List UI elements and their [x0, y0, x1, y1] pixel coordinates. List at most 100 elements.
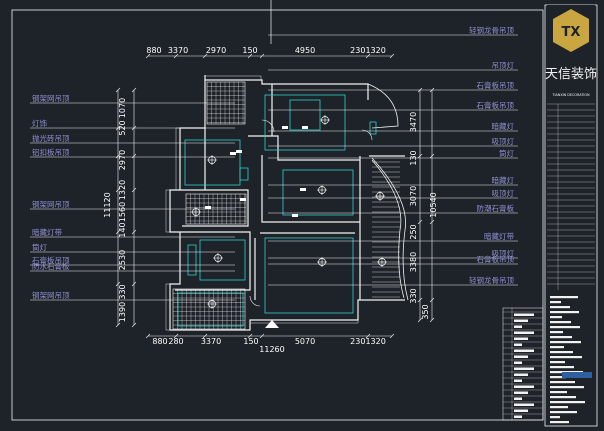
sheet-index-text-mark: [514, 313, 534, 316]
dimension-label-left: 1390: [118, 302, 127, 322]
title-block-text-mark: [550, 321, 571, 324]
sheet-index-text-mark: [514, 373, 528, 376]
sheet-index-text-mark: [514, 349, 534, 352]
dimension-label-bottom: 3370: [201, 337, 221, 346]
dimension-label-left: 2530: [118, 250, 127, 270]
sheet-index-text-mark: [514, 361, 522, 364]
title-block-text-mark: [550, 341, 581, 344]
sheet-index-text-mark: [514, 325, 522, 328]
dimension-label-right: 350: [421, 304, 430, 319]
dimension-label-left: 11120: [103, 192, 112, 217]
dimension-label-right: 3070: [409, 186, 418, 206]
title-block-text-mark: [550, 381, 575, 384]
right-annotation-text: 石膏板吊顶: [477, 80, 515, 90]
left-annotation-text: 抛光砖吊顶: [32, 133, 70, 143]
right-annotation-text: 暗藏灯带: [484, 231, 514, 241]
title-block-text-mark: [550, 351, 573, 354]
dimension-label-bottom: 280: [168, 337, 183, 346]
right-annotation-text: 筒灯: [499, 148, 514, 158]
sheet-index-text-mark: [514, 391, 528, 394]
dimension-label-top: 2970: [206, 46, 226, 55]
sheet-number-badge: [562, 372, 592, 378]
downlight-icon: [236, 150, 242, 153]
dimension-label-right: 3380: [409, 252, 418, 272]
left-annotation-text: 钢架网吊顶: [32, 290, 70, 300]
title-block-text-mark: [550, 296, 578, 299]
left-annotation-text: 钢架网吊顶: [32, 93, 70, 103]
downlight-icon: [240, 198, 246, 201]
dimension-label-left: 1070: [118, 98, 127, 118]
sheet-index-text-mark: [514, 331, 534, 334]
right-annotation-text: 吸顶灯: [492, 188, 515, 198]
right-annotation-text: 石膏板吊顶: [477, 100, 515, 110]
title-block-text-mark: [550, 416, 560, 419]
dimension-label-bottom: 150: [243, 337, 258, 346]
dimension-label-bottom: 2301320: [350, 337, 386, 346]
title-block-text-mark: [550, 316, 562, 319]
left-annotation-text: 暗藏灯带: [32, 227, 62, 237]
dimension-label-top: 880: [146, 46, 161, 55]
company-subtitle: TIANXIN DECORATION: [551, 93, 590, 97]
title-block-text-mark: [550, 326, 580, 329]
sheet-index-text-mark: [514, 409, 528, 412]
dimension-label-left: 330: [118, 284, 127, 299]
sheet-index-text-mark: [514, 397, 522, 400]
left-annotation-text: 筒灯: [32, 242, 47, 252]
sheet-index-text-mark: [514, 415, 522, 418]
sheet-index-text-mark: [514, 337, 528, 340]
right-annotation-text: 轻钢龙骨吊顶: [469, 25, 514, 35]
title-block-text-mark: [550, 346, 564, 349]
title-block-text-mark: [550, 396, 576, 399]
left-annotation-text: 铝扣板吊顶: [32, 147, 70, 157]
downlight-icon: [282, 126, 288, 129]
title-block-text-mark: [550, 366, 574, 369]
right-annotation-text: 暗藏灯: [492, 175, 515, 185]
sheet-index-text-mark: [514, 343, 522, 346]
dimension-label-left: 2970: [118, 150, 127, 170]
right-annotation-text: 吊顶灯: [492, 60, 515, 70]
dimension-label-right: 10540: [429, 192, 438, 217]
title-block-text-mark: [550, 401, 585, 404]
title-block-text-mark: [550, 336, 572, 339]
title-block-text-mark: [550, 331, 563, 334]
right-annotation-text: 石膏板吊顶: [477, 254, 515, 264]
sheet-index-text-mark: [514, 379, 522, 382]
downlight-icon: [292, 214, 298, 217]
right-annotation-text: 防潮石膏板: [477, 203, 515, 213]
dimension-label-left: 140: [118, 222, 127, 237]
title-block-text-mark: [550, 391, 567, 394]
sheet-index-text-mark: [514, 367, 534, 370]
company-name: 天信装饰: [545, 67, 597, 82]
title-block-text-mark: [550, 421, 569, 424]
dimension-label-top: 2301320: [350, 46, 386, 55]
dimension-label-left: 1320: [118, 180, 127, 200]
title-block-text-mark: [550, 356, 582, 359]
downlight-icon: [205, 206, 211, 209]
dimension-label-top: 3370: [168, 46, 188, 55]
title-block-text-mark: [550, 406, 568, 409]
left-annotation-text: 防水石膏板: [32, 261, 70, 271]
right-annotation-text: 吸顶灯: [492, 136, 515, 146]
left-annotation-text: 钢架网吊顶: [32, 199, 70, 209]
downlight-icon: [300, 188, 306, 191]
logo-text: TX: [562, 25, 581, 40]
sheet-index-text-mark: [514, 403, 534, 406]
title-block-text-mark: [550, 386, 584, 389]
title-block-text-mark: [550, 311, 579, 314]
cad-drawing-canvas[interactable]: TX 天信装饰 TIANXIN DECORATION 880 3370 2970…: [0, 0, 604, 431]
sheet-index-text-mark: [514, 319, 528, 322]
left-annotation-text: 灯饰: [32, 118, 47, 128]
title-block-text-mark: [550, 301, 561, 304]
dimension-label-total: 11260: [259, 345, 284, 354]
title-block-text-mark: [550, 306, 570, 309]
dimension-label-right: 250: [409, 224, 418, 239]
sheet-index-text-mark: [514, 385, 534, 388]
dimension-label-top: 150: [242, 46, 257, 55]
dimension-label-left: 1560: [118, 202, 127, 222]
right-annotation-text: 轻钢龙骨吊顶: [469, 275, 514, 285]
dimension-label-top: 4950: [295, 46, 315, 55]
dimension-label-right: 330: [409, 288, 418, 303]
dimension-label-bottom: 5070: [295, 337, 315, 346]
dimension-label-bottom: 880: [152, 337, 167, 346]
dimension-label-right: 3470: [409, 112, 418, 132]
